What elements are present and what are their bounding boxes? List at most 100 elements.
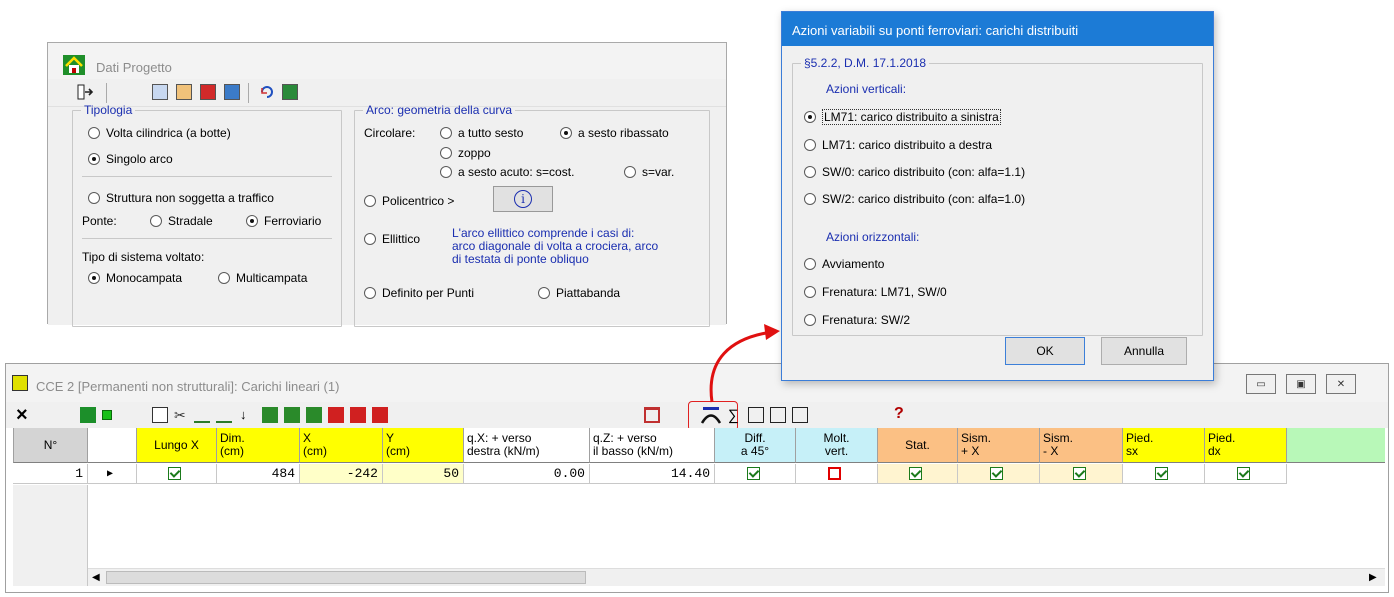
minimize-button[interactable]: ▭: [1246, 374, 1276, 394]
append-row-icon[interactable]: [216, 407, 232, 423]
radio-button[interactable]: [150, 215, 162, 227]
radio-zoppo[interactable]: zoppo: [440, 146, 491, 160]
align-icon[interactable]: [262, 407, 278, 423]
green-square-icon[interactable]: [102, 410, 112, 420]
radio-frenatura-lm71[interactable]: Frenatura: LM71, SW/0: [804, 285, 947, 299]
radio-ellittico[interactable]: Ellittico: [364, 232, 420, 246]
radio-lm71-sinistra[interactable]: LM71: carico distribuito a sinistra: [804, 109, 1001, 125]
radio-button[interactable]: [364, 233, 376, 245]
checkbox[interactable]: [990, 467, 1003, 480]
align-icon[interactable]: [306, 407, 322, 423]
radio-policentrico[interactable]: Policentrico >: [364, 194, 454, 208]
radio-button[interactable]: [246, 215, 258, 227]
radio-sw0[interactable]: SW/0: carico distribuito (con: alfa=1.1): [804, 165, 1025, 179]
radio-non-traffico[interactable]: Struttura non soggetta a traffico: [88, 191, 274, 205]
radio-monocampata[interactable]: Monocampata: [88, 271, 182, 285]
red-grid-icon[interactable]: [200, 84, 216, 100]
radio-sesto-ribassato[interactable]: a sesto ribassato: [560, 126, 669, 140]
cut-icon[interactable]: ✂: [174, 407, 190, 423]
radio-sesto-acuto[interactable]: a sesto acuto: s=cost.: [440, 165, 574, 179]
radio-avviamento[interactable]: Avviamento: [804, 257, 884, 271]
radio-button[interactable]: [440, 127, 452, 139]
checkbox[interactable]: [909, 467, 922, 480]
radio-button[interactable]: [804, 286, 816, 298]
radio-multicampata[interactable]: Multicampata: [218, 271, 307, 285]
cell-x[interactable]: -242: [300, 464, 383, 484]
checkbox[interactable]: [746, 467, 760, 480]
radio-button[interactable]: [560, 127, 572, 139]
radio-button[interactable]: [804, 193, 816, 205]
cell-sism-px[interactable]: [958, 464, 1040, 484]
radio-frenatura-sw2[interactable]: Frenatura: SW/2: [804, 313, 910, 327]
width-icon[interactable]: [792, 407, 808, 423]
radio-button[interactable]: [538, 287, 550, 299]
image-icon[interactable]: [176, 84, 192, 100]
checkbox[interactable]: [1072, 467, 1086, 480]
cell-dim[interactable]: 484: [217, 464, 300, 484]
checkbox[interactable]: [168, 467, 181, 480]
radio-svar[interactable]: s=var.: [624, 165, 674, 179]
word-doc-icon[interactable]: [152, 84, 168, 100]
radio-button[interactable]: [218, 272, 230, 284]
calculator-icon[interactable]: [224, 84, 240, 100]
cell-qx[interactable]: 0.00: [464, 464, 590, 484]
sort-icon[interactable]: ↓: [240, 407, 256, 423]
horizontal-scrollbar[interactable]: ◀ ▶: [88, 568, 1385, 586]
radio-singolo-arco[interactable]: Singolo arco: [88, 152, 173, 166]
enter-icon[interactable]: [80, 407, 96, 423]
cell-sism-mx[interactable]: [1040, 464, 1123, 484]
radio-volta-cilindrica[interactable]: Volta cilindrica (a botte): [88, 126, 231, 140]
red-arrow-icon[interactable]: [372, 407, 388, 423]
radio-button[interactable]: [88, 272, 100, 284]
checkbox[interactable]: [828, 467, 841, 480]
radio-button[interactable]: [364, 195, 376, 207]
cell-pied-dx[interactable]: [1205, 464, 1287, 484]
map-icon[interactable]: [282, 84, 298, 100]
radio-button[interactable]: [440, 147, 452, 159]
cell-y[interactable]: 50: [383, 464, 464, 484]
scroll-thumb[interactable]: [106, 571, 586, 584]
checkbox[interactable]: [1237, 467, 1250, 480]
radio-piattabanda[interactable]: Piattabanda: [538, 286, 620, 300]
exit-icon[interactable]: [76, 83, 94, 101]
radio-button[interactable]: [804, 166, 816, 178]
radio-button[interactable]: [440, 166, 452, 178]
help-icon[interactable]: ?: [894, 405, 904, 423]
radio-button[interactable]: [804, 314, 816, 326]
insert-row-icon[interactable]: [194, 407, 210, 423]
radio-button[interactable]: [88, 192, 100, 204]
close-window-button[interactable]: ✕: [1326, 374, 1356, 394]
cell-stat[interactable]: [878, 464, 958, 484]
cell-qz[interactable]: 14.40: [590, 464, 715, 484]
radio-ferroviario[interactable]: Ferroviario: [246, 214, 321, 228]
radio-button[interactable]: [804, 139, 816, 151]
radio-button[interactable]: [804, 111, 816, 123]
scroll-right-icon[interactable]: ▶: [1369, 572, 1377, 583]
maximize-button[interactable]: ▣: [1286, 374, 1316, 394]
close-icon[interactable]: ×: [16, 404, 28, 427]
red-arrow-icon[interactable]: [328, 407, 344, 423]
checkbox[interactable]: [1155, 467, 1168, 480]
radio-button[interactable]: [88, 127, 100, 139]
cell-molt[interactable]: [796, 464, 878, 484]
span-icon[interactable]: [644, 407, 660, 423]
refresh-icon[interactable]: [258, 83, 276, 101]
cell-diff[interactable]: [715, 464, 796, 484]
ok-button[interactable]: OK: [1005, 337, 1085, 365]
radio-lm71-destra[interactable]: LM71: carico distribuito a destra: [804, 138, 992, 152]
radio-button[interactable]: [804, 258, 816, 270]
radio-button[interactable]: [364, 287, 376, 299]
radio-tutto-sesto[interactable]: a tutto sesto: [440, 126, 523, 140]
radio-button[interactable]: [624, 166, 636, 178]
select-icon[interactable]: [152, 407, 168, 423]
radio-sw2[interactable]: SW/2: carico distribuito (con: alfa=1.0): [804, 192, 1025, 206]
align-icon[interactable]: [284, 407, 300, 423]
info-button[interactable]: i: [493, 186, 553, 212]
cell-lungo-x[interactable]: [137, 464, 217, 484]
radio-stradale[interactable]: Stradale: [150, 214, 213, 228]
radio-button[interactable]: [88, 153, 100, 165]
red-arrow-icon[interactable]: [350, 407, 366, 423]
radio-definito-punti[interactable]: Definito per Punti: [364, 286, 474, 300]
annulla-button[interactable]: Annulla: [1101, 337, 1187, 365]
scroll-left-icon[interactable]: ◀: [92, 572, 100, 583]
